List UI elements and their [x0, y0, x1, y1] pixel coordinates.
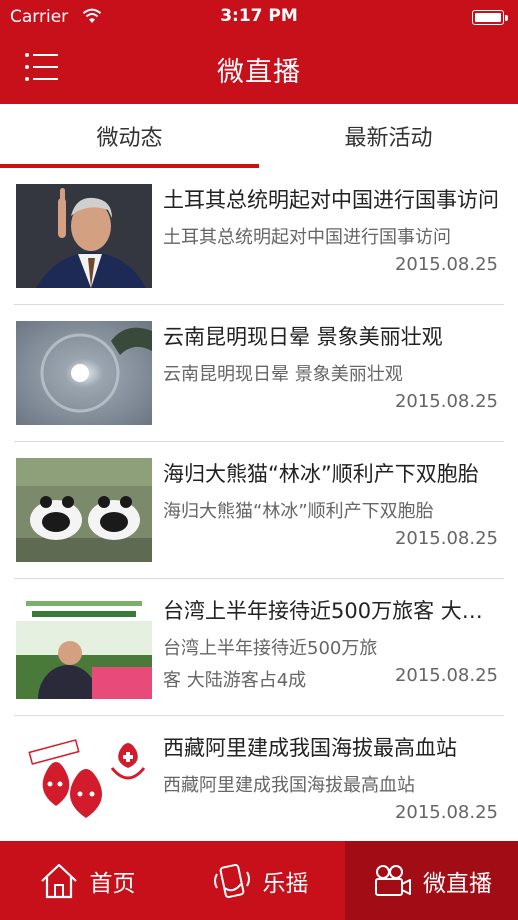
list-item[interactable]: 台湾上半年接待近500万旅客 大陆游客占4成 台湾上半年接待近500万旅客 大陆… [0, 579, 518, 716]
top-bar: Carrier 3:17 PM 微直播 [0, 0, 518, 104]
tab-live[interactable]: 微直播 [345, 841, 518, 920]
news-title: 云南昆明现日晕 景象美丽壮观 [163, 325, 443, 349]
tab-label: 微动态 [96, 126, 163, 151]
home-icon [40, 863, 77, 898]
news-thumbnail [16, 184, 152, 288]
news-summary: 西藏阿里建成我国海拔最高血站 [163, 775, 415, 796]
tab-label: 最新活动 [344, 126, 433, 151]
video-camera-icon [375, 864, 411, 896]
shake-phone-icon [213, 863, 250, 898]
news-title: 海归大熊猫“林冰”顺利产下双胞胎 [163, 462, 479, 486]
list-item[interactable]: 土耳其总统明起对中国进行国事访问 土耳其总统明起对中国进行国事访问 2015.0… [0, 168, 518, 305]
bottom-tab-bar: 首页 乐摇 微直播 [0, 841, 518, 920]
news-title: 西藏阿里建成我国海拔最高血站 [163, 736, 457, 760]
tab-latest-activity[interactable]: 最新活动 [259, 104, 518, 168]
news-thumbnail [16, 458, 152, 562]
news-list[interactable]: 土耳其总统明起对中国进行国事访问 土耳其总统明起对中国进行国事访问 2015.0… [0, 168, 518, 841]
tab-label: 微直播 [423, 870, 492, 897]
news-title: 土耳其总统明起对中国进行国事访问 [163, 188, 499, 212]
news-summary: 海归大熊猫“林冰”顺利产下双胞胎 [163, 501, 434, 522]
news-date: 2015.08.25 [394, 391, 498, 412]
segment-tabs: 微动态 最新活动 [0, 104, 518, 169]
news-summary: 土耳其总统明起对中国进行国事访问 [163, 227, 451, 248]
page-title: 微直播 [217, 57, 301, 88]
tab-label: 首页 [89, 870, 136, 897]
news-summary: 云南昆明现日晕 景象美丽壮观 [163, 364, 403, 385]
tab-weidongtai[interactable]: 微动态 [0, 104, 259, 168]
battery-icon [472, 10, 508, 25]
tab-shake[interactable]: 乐摇 [173, 841, 346, 920]
news-thumbnail [16, 732, 152, 836]
news-date: 2015.08.25 [394, 665, 498, 686]
news-date: 2015.08.25 [394, 528, 498, 549]
clock: 3:17 PM [220, 6, 298, 26]
list-item[interactable]: 云南昆明现日晕 景象美丽壮观 云南昆明现日晕 景象美丽壮观 2015.08.25 [0, 305, 518, 442]
status-bar: Carrier 3:17 PM [0, 0, 518, 34]
news-date: 2015.08.25 [394, 254, 498, 275]
news-summary: 台湾上半年接待近500万旅客 大陆游客占4成 [163, 638, 378, 691]
news-thumbnail [16, 595, 152, 699]
news-thumbnail [16, 321, 152, 425]
tab-label: 乐摇 [262, 870, 309, 897]
news-date: 2015.08.25 [394, 802, 498, 823]
news-title: 台湾上半年接待近500万旅客 大陆游客占4成 [163, 599, 503, 623]
list-item[interactable]: 海归大熊猫“林冰”顺利产下双胞胎 海归大熊猫“林冰”顺利产下双胞胎 2015.0… [0, 442, 518, 579]
list-item[interactable]: 西藏阿里建成我国海拔最高血站 西藏阿里建成我国海拔最高血站 2015.08.25 [0, 716, 518, 841]
tab-home[interactable]: 首页 [0, 841, 173, 920]
